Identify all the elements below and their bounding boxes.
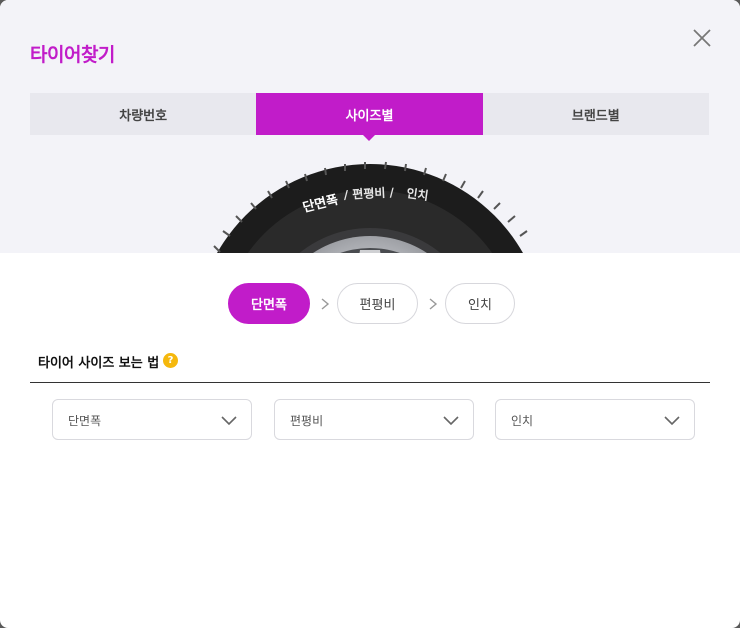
step-section-width[interactable]: 단면폭 (228, 283, 310, 324)
section-divider (30, 382, 710, 383)
step-label: 편평비 (359, 298, 396, 313)
chevron-right-icon (321, 298, 330, 310)
search-tabs: 차량번호 사이즈별 브랜드별 (30, 93, 709, 141)
tire-size-guide-label: 타이어 사이즈 보는 법 (38, 356, 160, 371)
tire-label-inch: 인치 (406, 185, 430, 203)
tab-label: 브랜드별 (571, 108, 620, 124)
close-icon (693, 29, 711, 47)
inch-select[interactable]: 인치 (495, 399, 695, 440)
aspect-ratio-select[interactable]: 편평비 (274, 399, 474, 440)
step-label: 단면폭 (251, 298, 287, 313)
tire-finder-dialog: 타이어찾기 차량번호 사이즈별 브랜드별 단면폭 / 편평비 / 인치 단면폭 … (0, 0, 740, 628)
step-inch[interactable]: 인치 (445, 283, 515, 324)
step-label: 인치 (468, 298, 492, 313)
chevron-down-icon (221, 416, 237, 426)
tab-label: 차량번호 (119, 108, 168, 124)
tire-label-aspect-ratio: / 편평비 / (343, 184, 395, 202)
tire-size-illustration: 단면폭 / 편평비 / 인치 (210, 160, 530, 253)
dialog-title: 타이어찾기 (30, 44, 115, 66)
chevron-down-icon (443, 416, 459, 426)
step-aspect-ratio[interactable]: 편평비 (337, 283, 418, 324)
tab-by-size[interactable]: 사이즈별 (256, 93, 483, 141)
tab-car-number[interactable]: 차량번호 (30, 93, 257, 135)
tab-by-brand[interactable]: 브랜드별 (482, 93, 709, 135)
chevron-right-icon (429, 298, 438, 310)
select-value: 단면폭 (68, 414, 102, 428)
section-width-select[interactable]: 단면폭 (52, 399, 252, 440)
select-value: 인치 (511, 414, 534, 428)
size-steps: 단면폭 편평비 인치 (0, 283, 740, 325)
tab-label: 사이즈별 (345, 108, 394, 124)
tire-illustration: 단면폭 / 편평비 / 인치 (213, 161, 528, 253)
close-button[interactable] (690, 26, 714, 50)
select-value: 편평비 (290, 414, 324, 428)
help-icon[interactable]: ? (163, 353, 178, 368)
chevron-down-icon (664, 416, 680, 426)
